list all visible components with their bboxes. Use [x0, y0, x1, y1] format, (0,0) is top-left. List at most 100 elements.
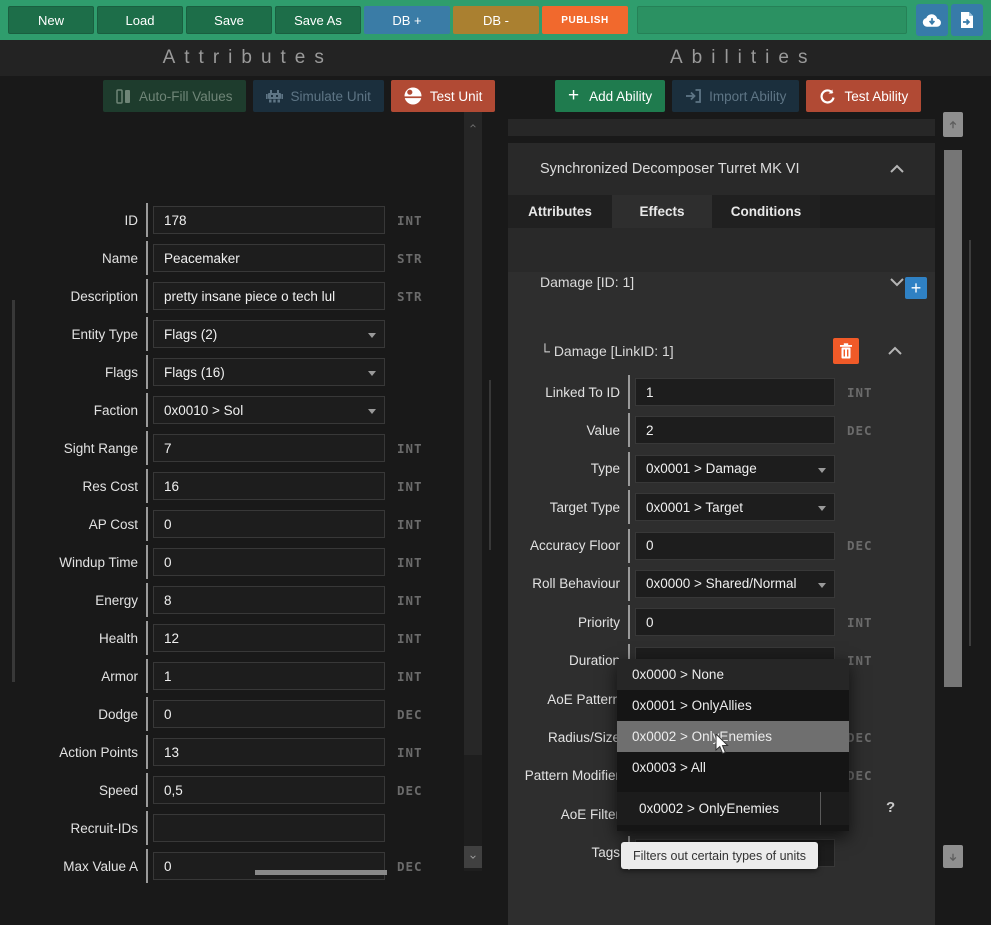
- cloud-download-button[interactable]: [916, 4, 948, 36]
- field-value: 0: [646, 538, 654, 553]
- abilities-inner-scrollbar[interactable]: [969, 240, 971, 646]
- chevron-down-icon: [368, 333, 376, 338]
- field-label: AoE Pattern: [508, 692, 620, 707]
- field-type-label: INT: [397, 441, 423, 456]
- attributes-horizontal-scrollbar-thumb[interactable]: [255, 870, 387, 875]
- field-value: 0: [164, 859, 172, 874]
- res-cost-input[interactable]: 16: [153, 472, 385, 500]
- form-row: AP Cost 0 INT: [0, 509, 462, 539]
- abilities-scroll-up-button[interactable]: [943, 112, 963, 137]
- simulate-unit-button[interactable]: Simulate Unit: [253, 80, 384, 112]
- field-label: Tags: [508, 845, 620, 860]
- toolbar-text-field[interactable]: [637, 6, 907, 34]
- ap-cost-input[interactable]: 0: [153, 510, 385, 538]
- id-input[interactable]: 178: [153, 206, 385, 234]
- publish-button[interactable]: PUBLISH: [542, 6, 628, 34]
- dropdown-option[interactable]: 0x0001 > OnlyAllies: [617, 690, 849, 721]
- middle-divider: [489, 380, 491, 550]
- priority-input[interactable]: 0: [635, 608, 835, 636]
- import-ability-button[interactable]: Import Ability: [672, 80, 799, 112]
- ability-card-header[interactable]: Synchronized Decomposer Turret MK VI: [508, 143, 935, 195]
- abilities-scrollbar-thumb[interactable]: [944, 150, 962, 687]
- add-ability-button[interactable]: + Add Ability: [555, 80, 665, 112]
- attributes-toolbar: Auto-Fill Values Simulate Unit Test Unit: [103, 80, 495, 112]
- tab-conditions[interactable]: Conditions: [712, 195, 820, 228]
- ability-tabs: AttributesEffectsConditions: [508, 195, 935, 228]
- field-value: 0x0010 > Sol: [164, 403, 243, 418]
- test-unit-button[interactable]: Test Unit: [391, 80, 496, 112]
- new-button[interactable]: New: [8, 6, 94, 34]
- robot-icon: [266, 89, 283, 103]
- chevron-down-icon: [818, 506, 826, 511]
- label-separator: [146, 355, 148, 389]
- attributes-scroll-up-button[interactable]: [464, 112, 482, 140]
- linked-effect-header[interactable]: └ Damage [LinkID: 1]: [540, 336, 903, 366]
- type-dropdown[interactable]: 0x0001 > Damage: [635, 455, 835, 483]
- roll-behaviour-dropdown[interactable]: 0x0000 > Shared/Normal: [635, 570, 835, 598]
- label-separator: [628, 413, 630, 447]
- simulate-unit-label: Simulate Unit: [291, 89, 371, 104]
- chevron-up-icon[interactable]: [889, 163, 905, 175]
- help-icon[interactable]: ?: [886, 799, 895, 816]
- windup-time-input[interactable]: 0: [153, 548, 385, 576]
- accuracy-floor-input[interactable]: 0: [635, 532, 835, 560]
- arrow-down-icon: [949, 852, 957, 862]
- chevron-up-icon[interactable]: [887, 345, 903, 357]
- delete-effect-button[interactable]: [833, 338, 859, 364]
- save-as-button[interactable]: Save As: [275, 6, 361, 34]
- form-row: Linked To ID 1 INT: [508, 377, 935, 407]
- max-value-a-input[interactable]: 0: [153, 852, 385, 880]
- attributes-form: ID 178 INT Name Peacemaker STR Descripti…: [0, 205, 462, 889]
- dropdown-option[interactable]: 0x0002 > OnlyEnemies: [617, 721, 849, 752]
- flags-dropdown[interactable]: Flags (16): [153, 358, 385, 386]
- field-label: Target Type: [508, 500, 620, 515]
- field-label: Roll Behaviour: [508, 576, 620, 591]
- field-type-label: DEC: [847, 768, 873, 783]
- name-input[interactable]: Peacemaker: [153, 244, 385, 272]
- chevron-down-icon[interactable]: [889, 276, 905, 288]
- description-input[interactable]: pretty insane piece o tech lul: [153, 282, 385, 310]
- linked-to-id-input[interactable]: 1: [635, 378, 835, 406]
- recruit-ids-input[interactable]: [153, 814, 385, 842]
- effect-section-header[interactable]: Damage [ID: 1]: [540, 272, 905, 292]
- label-separator: [628, 567, 630, 601]
- energy-input[interactable]: 8: [153, 586, 385, 614]
- form-row: Roll Behaviour 0x0000 > Shared/Normal: [508, 569, 935, 599]
- speed-input[interactable]: 0,5: [153, 776, 385, 804]
- dropdown-option[interactable]: 0x0003 > All: [617, 752, 849, 783]
- field-value: 0x0000 > Shared/Normal: [646, 576, 796, 591]
- armor-input[interactable]: 1: [153, 662, 385, 690]
- attributes-scrollbar-thumb[interactable]: [464, 140, 482, 755]
- linked-effect-title: └ Damage [LinkID: 1]: [540, 343, 833, 359]
- field-value: 1: [164, 669, 172, 684]
- dropdown-option[interactable]: 0x0000 > None: [617, 659, 849, 690]
- dodge-input[interactable]: 0: [153, 700, 385, 728]
- attributes-scroll-down-button[interactable]: [464, 846, 482, 868]
- target-type-dropdown[interactable]: 0x0001 > Target: [635, 493, 835, 521]
- chevron-down-icon: [818, 468, 826, 473]
- field-type-label: DEC: [397, 707, 423, 722]
- tab-effects[interactable]: Effects: [612, 195, 712, 228]
- form-row: Description pretty insane piece o tech l…: [0, 281, 462, 311]
- file-import-button[interactable]: [951, 4, 983, 36]
- auto-fill-values-button[interactable]: Auto-Fill Values: [103, 80, 246, 112]
- action-points-input[interactable]: 13: [153, 738, 385, 766]
- value-input[interactable]: 2: [635, 416, 835, 444]
- faction-dropdown[interactable]: 0x0010 > Sol: [153, 396, 385, 424]
- form-row: Energy 8 INT: [0, 585, 462, 615]
- label-separator: [146, 469, 148, 503]
- tab-attributes[interactable]: Attributes: [508, 195, 612, 228]
- aoe-filter-combobox[interactable]: 0x0002 > OnlyEnemies: [617, 792, 849, 825]
- db-plus-button[interactable]: DB +: [364, 6, 450, 34]
- entity-type-dropdown[interactable]: Flags (2): [153, 320, 385, 348]
- load-button[interactable]: Load: [97, 6, 183, 34]
- test-ability-button[interactable]: Test Ability: [806, 80, 921, 112]
- db-minus-button[interactable]: DB -: [453, 6, 539, 34]
- field-value: 0: [164, 517, 172, 532]
- abilities-scroll-down-button[interactable]: [943, 845, 963, 868]
- health-input[interactable]: 12: [153, 624, 385, 652]
- label-separator: [146, 393, 148, 427]
- sight-range-input[interactable]: 7: [153, 434, 385, 462]
- add-effect-button[interactable]: +: [905, 277, 927, 299]
- save-button[interactable]: Save: [186, 6, 272, 34]
